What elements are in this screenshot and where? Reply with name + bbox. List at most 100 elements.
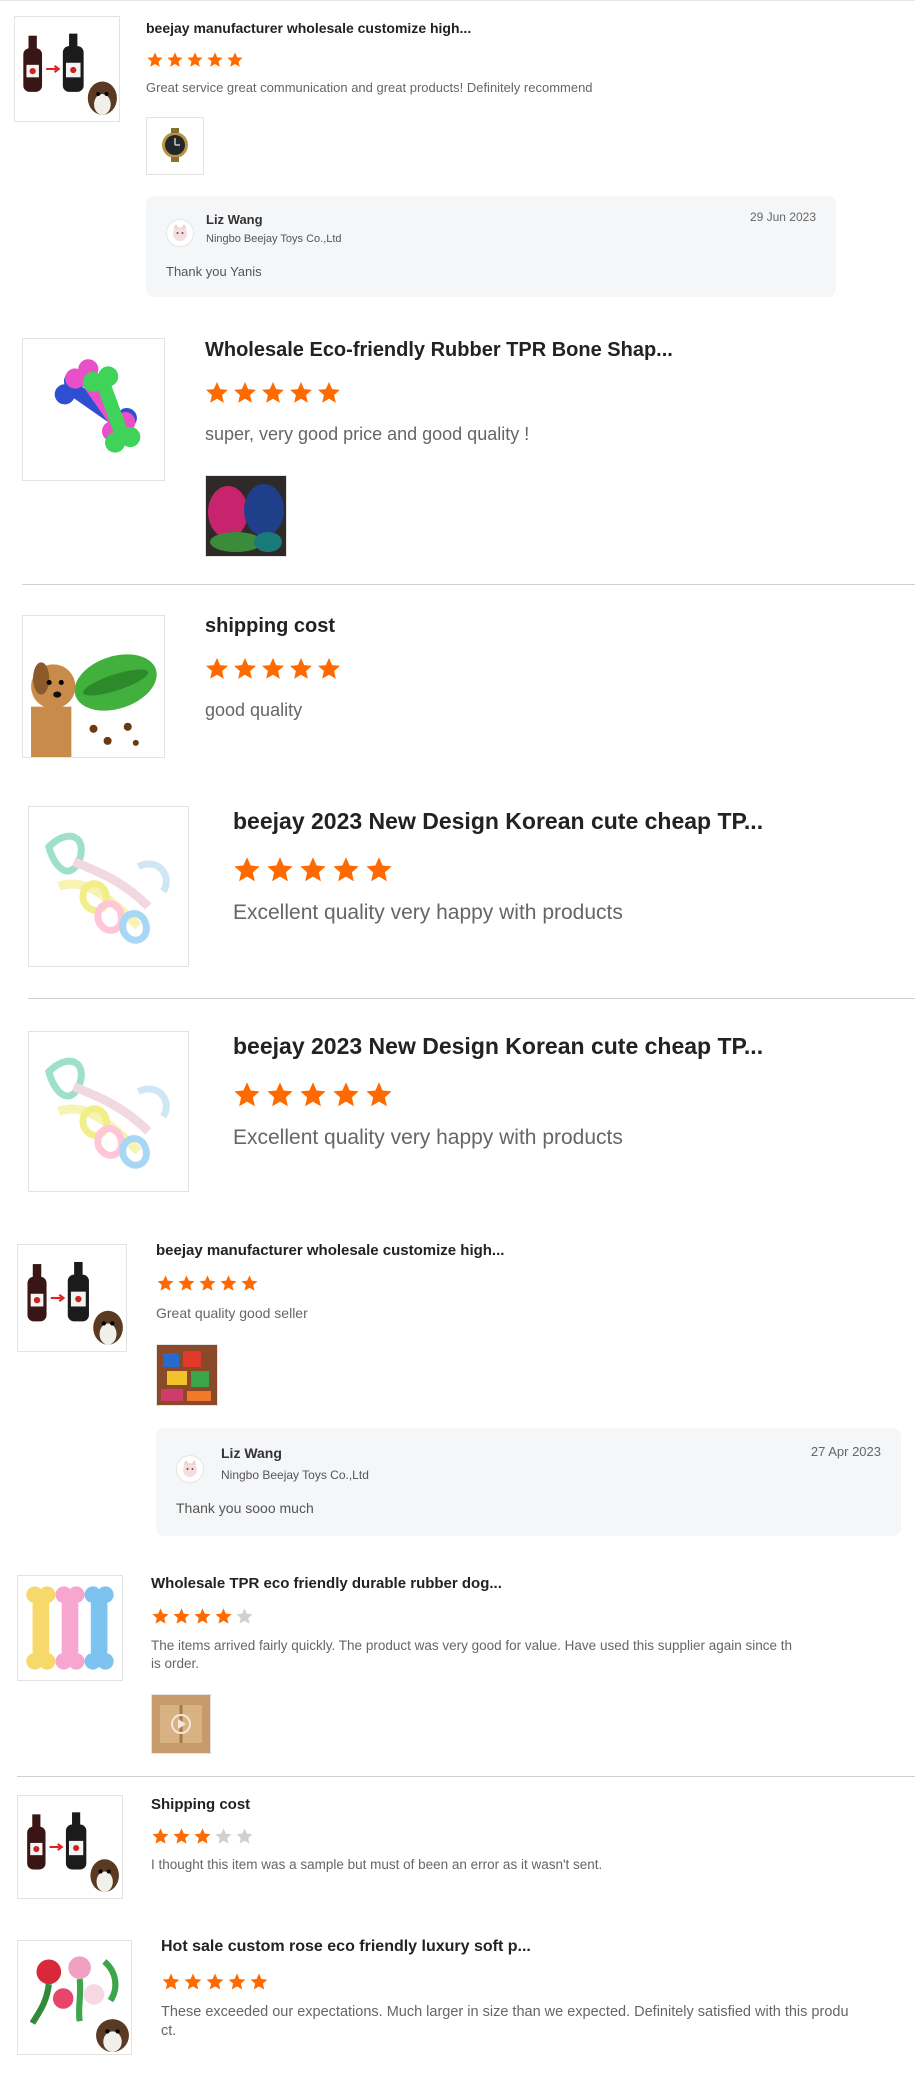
star-filled-icon xyxy=(331,1080,361,1110)
star-filled-icon xyxy=(265,1080,295,1110)
review-photo[interactable] xyxy=(146,117,204,175)
star-filled-icon xyxy=(232,656,258,682)
star-rating xyxy=(232,855,397,890)
product-thumbnail[interactable] xyxy=(22,615,165,758)
star-filled-icon xyxy=(161,1972,181,1992)
star-filled-icon xyxy=(298,855,328,885)
star-empty-icon xyxy=(214,1827,233,1846)
star-filled-icon xyxy=(240,1274,259,1293)
review-photo[interactable] xyxy=(151,1694,211,1754)
product-thumbnail[interactable] xyxy=(22,338,165,481)
star-filled-icon xyxy=(232,1080,262,1110)
review-divider xyxy=(28,998,915,999)
review-text: Excellent quality very happy with produc… xyxy=(233,901,623,924)
star-filled-icon xyxy=(172,1607,191,1626)
wine-bottle-dog-toy-image xyxy=(27,1812,119,1892)
seller-reply: Liz Wang Ningbo Beejay Toys Co.,Ltd 29 J… xyxy=(146,196,836,297)
product-title[interactable]: beejay 2023 New Design Korean cute cheap… xyxy=(233,1033,763,1060)
star-filled-icon xyxy=(151,1827,170,1846)
star-rating xyxy=(151,1607,256,1631)
star-filled-icon xyxy=(316,656,342,682)
rope-ring-toys-image xyxy=(45,832,170,944)
star-filled-icon xyxy=(172,1827,191,1846)
star-filled-icon xyxy=(265,855,295,885)
star-filled-icon xyxy=(364,1080,394,1110)
star-filled-icon xyxy=(232,380,258,406)
wine-bottle-dog-toy-image xyxy=(27,1261,123,1345)
review-photo[interactable] xyxy=(205,475,287,557)
seller-name: Liz Wang xyxy=(206,212,263,227)
product-thumbnail[interactable] xyxy=(28,1031,189,1192)
product-title[interactable]: beejay manufacturer wholesale customize … xyxy=(146,20,471,36)
watch-photo-image xyxy=(162,128,188,162)
star-filled-icon xyxy=(249,1972,269,1992)
star-rating xyxy=(232,1080,397,1115)
star-filled-icon xyxy=(177,1274,196,1293)
product-title[interactable]: Wholesale TPR eco friendly durable rubbe… xyxy=(151,1575,502,1592)
product-title[interactable]: Hot sale custom rose eco friendly luxury… xyxy=(161,1938,531,1956)
star-filled-icon xyxy=(227,1972,247,1992)
rope-ring-toys-image xyxy=(45,1057,170,1169)
reply-date: 29 Jun 2023 xyxy=(749,210,816,224)
star-filled-icon xyxy=(151,1607,170,1626)
product-title[interactable]: shipping cost xyxy=(205,615,335,638)
seller-name: Liz Wang xyxy=(221,1445,282,1461)
star-filled-icon xyxy=(193,1607,212,1626)
star-rating xyxy=(204,656,344,687)
star-filled-icon xyxy=(298,1080,328,1110)
star-filled-icon xyxy=(156,1274,175,1293)
review-photo[interactable] xyxy=(156,1344,218,1406)
star-filled-icon xyxy=(146,51,164,69)
review-text: I thought this item was a sample but mus… xyxy=(151,1857,603,1872)
review-text: super, very good price and good quality … xyxy=(205,424,530,444)
star-filled-icon xyxy=(214,1607,233,1626)
star-rating xyxy=(151,1827,256,1851)
seller-company: Ningbo Beejay Toys Co.,Ltd xyxy=(221,1468,369,1482)
reply-date: 27 Apr 2023 xyxy=(810,1444,881,1459)
star-rating xyxy=(146,51,246,74)
product-thumbnail[interactable] xyxy=(17,1575,123,1681)
product-thumbnail[interactable] xyxy=(17,1244,127,1352)
star-filled-icon xyxy=(183,1972,203,1992)
product-title[interactable]: Wholesale Eco-friendly Rubber TPR Bone S… xyxy=(205,339,673,362)
rubber-bone-toys-image xyxy=(54,359,141,453)
colorful-toys-photo-image xyxy=(157,1345,217,1405)
product-title[interactable]: beejay manufacturer wholesale customize … xyxy=(156,1242,504,1259)
star-rating xyxy=(204,380,344,411)
toy-pile-photo-image xyxy=(206,476,286,556)
product-thumbnail[interactable] xyxy=(17,1795,123,1899)
star-filled-icon xyxy=(206,51,224,69)
star-filled-icon xyxy=(288,656,314,682)
product-title[interactable]: Shipping cost xyxy=(151,1796,250,1813)
review-text: Excellent quality very happy with produc… xyxy=(233,1126,623,1149)
star-filled-icon xyxy=(204,656,230,682)
star-filled-icon xyxy=(260,380,286,406)
seller-reply: Liz Wang Ningbo Beejay Toys Co.,Ltd 27 A… xyxy=(156,1428,901,1536)
product-thumbnail[interactable] xyxy=(14,16,120,122)
seller-avatar xyxy=(176,1455,204,1483)
star-filled-icon xyxy=(260,656,286,682)
star-rating xyxy=(161,1972,271,1997)
product-thumbnail[interactable] xyxy=(17,1940,132,2055)
dog-with-treat-ball-image xyxy=(31,654,157,757)
star-empty-icon xyxy=(235,1607,254,1626)
review-text-line: ct. xyxy=(161,2023,177,2039)
review-text-line: is order. xyxy=(151,1656,200,1671)
product-title[interactable]: beejay 2023 New Design Korean cute cheap… xyxy=(233,808,763,835)
star-filled-icon xyxy=(226,51,244,69)
star-empty-icon xyxy=(235,1827,254,1846)
review-text: Great quality good seller xyxy=(156,1305,308,1321)
star-filled-icon xyxy=(166,51,184,69)
star-filled-icon xyxy=(186,51,204,69)
review-text: The items arrived fairly quickly. The pr… xyxy=(151,1637,792,1673)
reply-message: Thank you Yanis xyxy=(166,264,262,279)
star-filled-icon xyxy=(205,1972,225,1992)
review-text-line: These exceeded our expectations. Much la… xyxy=(161,2004,849,2020)
star-filled-icon xyxy=(364,855,394,885)
product-thumbnail[interactable] xyxy=(28,806,189,967)
review-divider xyxy=(22,584,915,585)
star-filled-icon xyxy=(193,1827,212,1846)
package-photo-image xyxy=(152,1695,210,1753)
review-text: These exceeded our expectations. Much la… xyxy=(161,2003,849,2041)
wine-bottle-dog-toy-image xyxy=(23,33,117,115)
